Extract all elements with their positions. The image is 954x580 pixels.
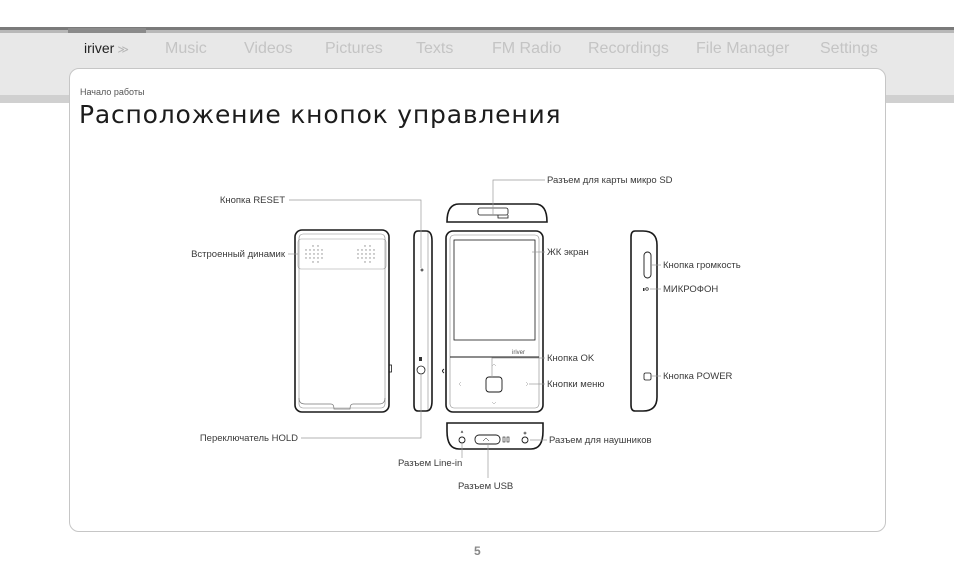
device-front-view	[442, 230, 544, 413]
volume-button	[643, 251, 652, 279]
leader-lines	[288, 179, 661, 478]
label-hold-switch: Переключатель HOLD	[200, 433, 298, 444]
power-button	[643, 372, 652, 381]
label-power-button: Кнопка POWER	[663, 371, 733, 382]
device-top-view	[446, 203, 548, 223]
label-usb-port: Разъем USB	[458, 481, 513, 492]
label-line-in: Разъем Line-in	[398, 458, 462, 469]
speaker-grille-icon	[305, 245, 375, 263]
page-number: 5	[474, 544, 481, 558]
lcd-screen	[453, 239, 536, 341]
ok-button	[485, 376, 503, 393]
label-lcd: ЖК экран	[547, 247, 589, 258]
device-diagram: iriver Кнопка RESET Встроенный динамик П…	[191, 175, 741, 492]
device-right-side-view	[630, 230, 658, 412]
label-headphone-jack: Разъем для наушников	[549, 435, 652, 446]
device-bottom-view	[446, 422, 544, 450]
label-microsd-slot: Разъем для карты микро SD	[547, 175, 673, 186]
device-back-view	[294, 229, 392, 413]
label-ok-button: Кнопка OK	[547, 353, 595, 364]
label-menu-buttons: Кнопки меню	[547, 379, 605, 390]
label-speaker: Встроенный динамик	[191, 249, 286, 260]
label-reset-button: Кнопка RESET	[220, 195, 285, 206]
device-left-side-view	[413, 230, 433, 412]
device-brand-logo: iriver	[512, 350, 525, 356]
label-volume-button: Кнопка громкость	[663, 260, 741, 271]
label-microphone: МИКРОФОН	[663, 284, 718, 295]
